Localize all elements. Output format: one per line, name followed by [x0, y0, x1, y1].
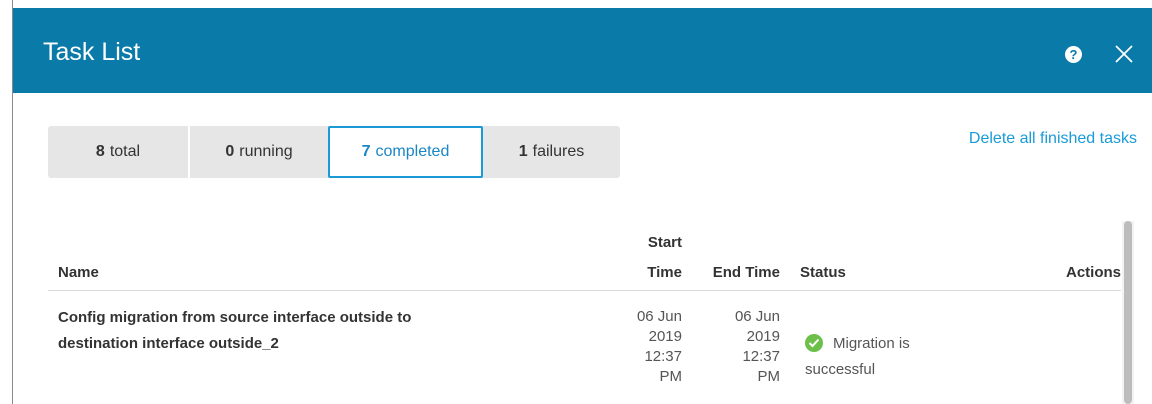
- task-list-dialog: Task List ? 8 total 0 running 7 complete…: [13, 8, 1152, 404]
- start-ampm: PM: [659, 368, 683, 385]
- filter-total-count: 8: [95, 143, 105, 160]
- close-icon[interactable]: [1113, 43, 1135, 65]
- filter-completed-button[interactable]: 7 completed: [328, 126, 483, 178]
- filter-running-count: 0: [225, 143, 235, 160]
- column-header-start-time[interactable]: Start Time: [628, 232, 682, 283]
- filter-total-button[interactable]: 8 total: [48, 126, 188, 178]
- start-year: 2019: [648, 328, 682, 345]
- start-clock: 12:37: [644, 348, 682, 365]
- question-circle-icon[interactable]: ?: [1065, 46, 1082, 63]
- filter-total-label: total: [109, 143, 141, 160]
- task-status: Migration is successful: [805, 331, 965, 383]
- end-date: 06 Jun: [734, 308, 780, 325]
- filter-failures-label: failures: [532, 143, 585, 160]
- task-name: Config migration from source interface o…: [58, 305, 528, 357]
- column-header-status[interactable]: Status: [800, 262, 846, 283]
- column-header-actions: Actions: [1065, 264, 1121, 281]
- task-filter-group: 8 total 0 running 7 completed 1 failures: [48, 126, 620, 178]
- column-header-start-line2: Time: [647, 264, 682, 281]
- delete-finished-tasks-link[interactable]: Delete all finished tasks: [969, 130, 1137, 148]
- scrollbar-thumb[interactable]: [1124, 221, 1132, 404]
- background-window-edge: [0, 0, 13, 404]
- filter-completed-label: completed: [375, 143, 450, 160]
- start-date: 06 Jun: [636, 308, 682, 325]
- filter-running-button[interactable]: 0 running: [188, 126, 328, 178]
- task-name-line1: Config migration from source interface o…: [58, 309, 412, 326]
- end-ampm: PM: [757, 368, 781, 385]
- column-header-end-time[interactable]: End Time: [698, 262, 780, 283]
- end-year: 2019: [746, 328, 780, 345]
- task-name-line2: destination interface outside_2: [58, 335, 279, 352]
- status-text-line1: Migration is: [833, 335, 910, 352]
- filter-completed-count: 7: [361, 143, 371, 160]
- table-scrollbar[interactable]: [1122, 221, 1134, 404]
- task-start-time: 06 Jun 2019 12:37 PM: [622, 307, 682, 387]
- end-clock: 12:37: [742, 348, 780, 365]
- filter-running-label: running: [239, 143, 293, 160]
- table-row[interactable]: Config migration from source interface o…: [48, 291, 1121, 404]
- column-header-name[interactable]: Name: [58, 262, 99, 283]
- status-text-line2: successful: [805, 361, 876, 378]
- dialog-header: Task List ?: [13, 8, 1152, 93]
- dialog-title: Task List: [43, 38, 141, 66]
- filter-failures-button[interactable]: 1 failures: [483, 126, 620, 178]
- column-header-start-line1: Start: [647, 234, 682, 251]
- table-header: Name Start Time End Time Status Actions: [48, 226, 1121, 291]
- filter-failures-count: 1: [518, 143, 528, 160]
- task-end-time: 06 Jun 2019 12:37 PM: [720, 307, 780, 387]
- success-check-icon: [805, 334, 823, 352]
